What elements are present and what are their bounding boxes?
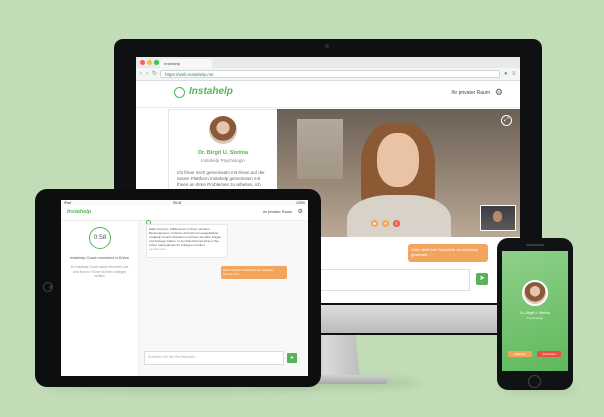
- mute-video-icon[interactable]: ■: [371, 220, 378, 227]
- phone-caller-name: Dr. Birgit U. Stetina: [520, 311, 550, 315]
- outgoing-message-bubble: Oder stellt Ihre Nachricht an Instahelp …: [408, 244, 488, 262]
- url-field[interactable]: https://web.instahelp.me: [160, 70, 500, 78]
- menu-icon[interactable]: ≡: [512, 70, 516, 78]
- psychologist-name: Dr. Birgit U. Stetina: [197, 150, 249, 156]
- background-window: [297, 119, 343, 179]
- speaker-icon: [526, 244, 544, 246]
- home-button-icon[interactable]: [528, 375, 541, 388]
- phone-caller-role: Psychologin: [526, 316, 544, 320]
- tablet-message-input[interactable]: Schreiben Sie hier Ihre Nachricht: [144, 351, 284, 365]
- tablet-app-logo[interactable]: Instahelp: [67, 209, 91, 215]
- tablet-send-button[interactable]: ➤: [287, 353, 297, 363]
- back-arrow-icon[interactable]: ‹: [140, 70, 142, 78]
- send-button[interactable]: ➤: [476, 273, 488, 285]
- psychologist-profile-card: Dr. Birgit U. Stetina Instahelp Psycholo…: [168, 109, 278, 199]
- gear-icon[interactable]: ⚙: [298, 208, 303, 215]
- app-header: Instahelp Ihr privater Raum ⚙: [136, 81, 520, 108]
- hang-up-icon[interactable]: ✆: [393, 220, 400, 227]
- reload-icon[interactable]: ↻: [152, 70, 157, 78]
- avatar: [209, 116, 237, 144]
- decline-button[interactable]: Ablehnen: [508, 351, 532, 357]
- instahelp-logo-icon: [174, 87, 185, 98]
- mute-mic-icon[interactable]: ●: [382, 220, 389, 227]
- phone-screen: Dr. Birgit U. Stetina Psychologin Ablehn…: [502, 251, 568, 371]
- tablet-app-header: Instahelp Ihr privater Raum ⚙: [61, 206, 308, 221]
- forward-arrow-icon[interactable]: ›: [146, 70, 148, 78]
- coach-status-description: Ihr Instahelp Coach wurde informiert und…: [70, 265, 129, 278]
- incoming-message-text: Hallo! Anonym. Willkommen in Ihrem priva…: [149, 227, 222, 247]
- tablet-chat-area: Hallo! Anonym. Willkommen in Ihrem priva…: [139, 220, 308, 376]
- browser-tab[interactable]: Instahelp: [160, 59, 212, 68]
- product-scene: Instahelp ‹ › ↻ https://web.instahelp.me…: [0, 0, 604, 417]
- extension-icon[interactable]: ●: [504, 70, 508, 78]
- close-window-icon[interactable]: [140, 60, 145, 65]
- tablet-screen: iPad 09:41 100% Instahelp Ihr privater R…: [61, 200, 308, 376]
- tablet-private-room-label[interactable]: Ihr privater Raum: [263, 210, 292, 214]
- incoming-message-time: gerade eben: [149, 247, 166, 251]
- private-room-label[interactable]: Ihr privater Raum: [451, 90, 490, 96]
- caller-body: [347, 195, 451, 237]
- countdown-timer: 0:58: [89, 227, 111, 249]
- accept-button[interactable]: Annehmen: [537, 351, 561, 357]
- address-bar-row: ‹ › ↻ https://web.instahelp.me ● ≡: [136, 68, 520, 81]
- coach-status-title: Instahelp Coach erscheint in Kürze: [70, 256, 129, 260]
- self-view-head: [493, 211, 502, 222]
- minimize-window-icon[interactable]: [147, 60, 152, 65]
- outgoing-message-bubble: Oder stellt Ihre Nachricht an Instahelp …: [221, 266, 287, 279]
- avatar: [522, 280, 548, 306]
- camera-icon: [325, 44, 329, 48]
- maximize-window-icon[interactable]: [154, 60, 159, 65]
- app-logo[interactable]: Instahelp: [189, 86, 233, 97]
- outgoing-message-time: gerade eben: [223, 272, 240, 276]
- gear-icon[interactable]: ⚙: [495, 87, 503, 98]
- expand-icon[interactable]: ⤢: [501, 115, 512, 126]
- incoming-message-bubble: Hallo! Anonym. Willkommen in Ihrem priva…: [146, 224, 228, 258]
- caller-face: [377, 133, 419, 187]
- tablet-coach-sidebar: 0:58 Instahelp Coach erscheint in Kürze …: [61, 221, 139, 376]
- home-button-icon[interactable]: [43, 282, 53, 292]
- self-view-video[interactable]: [480, 205, 516, 231]
- psychologist-role: Instahelp Psychologin: [201, 158, 245, 163]
